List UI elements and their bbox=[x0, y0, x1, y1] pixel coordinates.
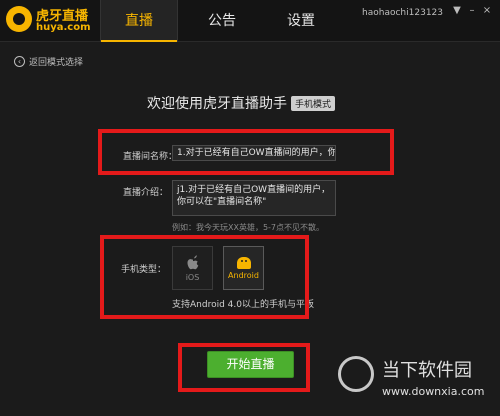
huya-logo-icon bbox=[6, 6, 32, 32]
close-icon[interactable]: × bbox=[481, 5, 493, 17]
intro-label: 直播介绍： bbox=[123, 188, 169, 198]
highlight-box-start-button bbox=[178, 343, 310, 392]
tab-notice[interactable]: 公告 bbox=[183, 0, 261, 42]
watermark-url: www.downxia.com bbox=[382, 385, 485, 398]
welcome-heading: 欢迎使用虎牙直播助手 手机模式 bbox=[147, 94, 336, 112]
huya-logo: 虎牙直播 huya.com bbox=[6, 5, 94, 37]
dropdown-menu-icon[interactable]: ▼ bbox=[451, 5, 463, 17]
highlight-box-room-name bbox=[98, 129, 394, 175]
back-label: 返回模式选择 bbox=[29, 57, 84, 68]
top-bar: 虎牙直播 huya.com 直播 公告 设置 haohaochi123123 ▼… bbox=[0, 0, 500, 42]
watermark-logo-icon bbox=[338, 356, 374, 392]
highlight-box-phone-type bbox=[100, 235, 309, 319]
intro-textarea[interactable]: j1.对于已经有自己OW直播间的用户，你可以在"直播间名称" bbox=[172, 180, 336, 216]
watermark: 当下软件园 www.downxia.com bbox=[338, 350, 498, 412]
minimize-icon[interactable]: – bbox=[466, 5, 478, 17]
tab-live[interactable]: 直播 bbox=[100, 0, 178, 42]
watermark-text-cn: 当下软件园 bbox=[382, 360, 472, 381]
username-label[interactable]: haohaochi123123 bbox=[362, 8, 443, 18]
mode-badge: 手机模式 bbox=[291, 95, 336, 111]
back-arrow-icon: ‹ bbox=[14, 55, 25, 67]
back-to-mode-select-link[interactable]: ‹ 返回模式选择 bbox=[14, 54, 83, 68]
logo-text-en: huya.com bbox=[36, 22, 91, 33]
page-title: 欢迎使用虎牙直播助手 bbox=[147, 96, 287, 112]
intro-hint: 例如：我今天玩XX英雄，5-7点不见不散。 bbox=[172, 223, 325, 232]
tab-settings[interactable]: 设置 bbox=[262, 0, 340, 42]
